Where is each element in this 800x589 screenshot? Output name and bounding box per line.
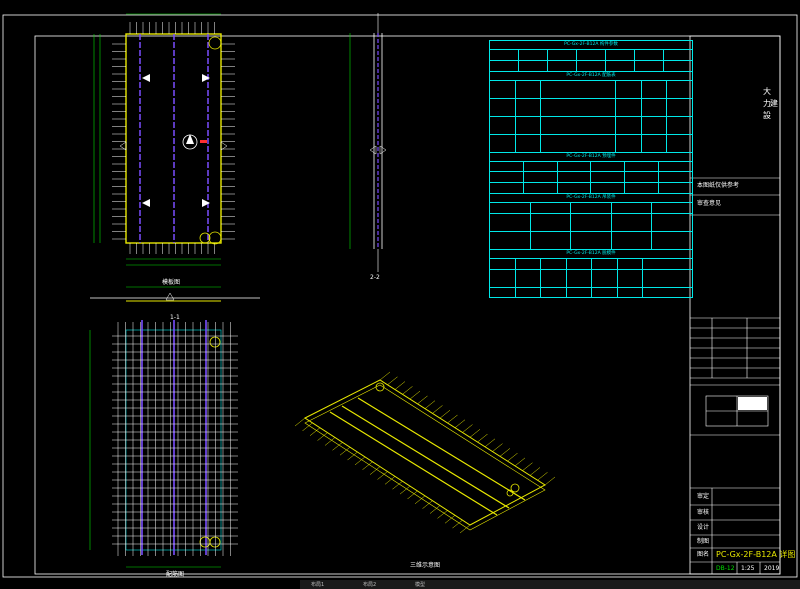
draw-label: 制图 — [697, 538, 710, 545]
section-2-2 — [349, 13, 387, 272]
rebar-line — [294, 417, 306, 427]
rebar-line — [544, 476, 556, 486]
company-char-3: 建 — [770, 99, 778, 108]
rebar-line — [394, 381, 406, 390]
section-2-2-label: 2-2 — [370, 274, 380, 281]
rebar-line — [477, 433, 488, 443]
drawing-title: PC-Gx-2F-B12A 详图 — [716, 550, 796, 559]
tab-layout-2[interactable]: 布局2 — [360, 581, 379, 589]
name-label: 图名 — [697, 551, 710, 558]
check-label: 审核 — [697, 509, 710, 516]
approve-label: 审定 — [697, 493, 710, 500]
rebar-line — [424, 400, 436, 409]
rebar-line — [522, 462, 533, 471]
tab-model[interactable]: 模型 — [412, 581, 428, 589]
table-title-1: PC-Gx-2F-B12A 构件参数 — [490, 41, 692, 50]
rebar-line — [417, 395, 428, 405]
rebar-line — [387, 376, 398, 385]
rebar-line — [484, 438, 496, 448]
rebar-line — [529, 467, 541, 476]
title-block-fill — [738, 397, 767, 410]
table-title-5: PC-Gx-2F-B12A 脱模件 — [490, 250, 692, 259]
table-title-3: PC-Gx-2F-B12A 预埋件 — [490, 153, 692, 162]
review-label: 审查意见 — [697, 200, 722, 207]
rebar-line — [469, 429, 481, 438]
date-value: 2019 — [764, 565, 780, 572]
elevation-strip — [90, 286, 260, 302]
company-char-1: 大 — [763, 87, 771, 96]
project-note: 本图纸仅供参考 — [697, 182, 740, 189]
reinforce-view-label: 配筋图 — [166, 571, 185, 578]
rebar-line — [507, 452, 518, 462]
rebar-line — [462, 424, 473, 433]
sheet-number: DB-12 — [716, 565, 735, 572]
rebar-line — [454, 419, 466, 428]
rebar-line — [402, 386, 413, 395]
rebar-line — [379, 371, 391, 381]
plan-view-label: 模板图 — [162, 279, 181, 286]
section-1-1-label: 1-1 — [170, 314, 180, 321]
rebar-line — [447, 414, 458, 424]
design-label: 设计 — [697, 524, 710, 531]
rebar-line — [514, 457, 526, 467]
table-title-4: PC-Gx-2F-B12A 吊装件 — [490, 194, 692, 203]
tab-layout-1[interactable]: 布局1 — [308, 581, 327, 589]
rebar-line — [492, 443, 503, 452]
rebar-line — [537, 472, 548, 481]
plan-view — [93, 13, 235, 266]
layout-tab-bar: 布局1 布局2 模型 — [300, 580, 800, 589]
rebar-line — [439, 409, 451, 419]
isometric-view — [294, 371, 556, 534]
iso-view-label: 三维示意图 — [410, 562, 441, 569]
company-char-4: 設 — [763, 111, 771, 120]
table-title-2: PC-Gx-2F-B12A 配筋表 — [490, 72, 692, 81]
parameter-tables: PC-Gx-2F-B12A 构件参数 PC-Gx-2F-B12A 配筋表 PC-… — [489, 40, 693, 299]
rebar-line — [409, 390, 421, 400]
reinforcement-view — [89, 320, 238, 568]
scale-value: 1:25 — [741, 565, 755, 572]
rebar-line — [432, 405, 443, 414]
rebar-line — [499, 448, 511, 457]
